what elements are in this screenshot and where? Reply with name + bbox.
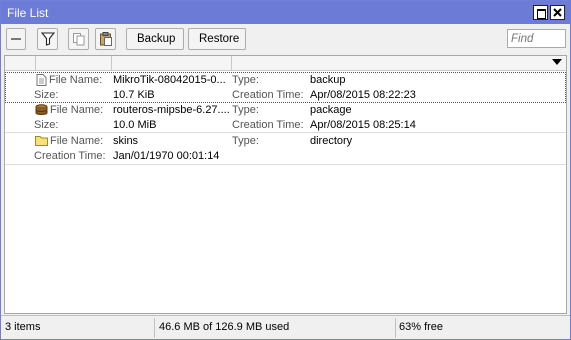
restore-button[interactable]: Restore: [188, 28, 246, 50]
remove-button[interactable]: [6, 28, 26, 50]
restore-window-button[interactable]: [533, 5, 548, 20]
close-window-button[interactable]: [550, 5, 565, 20]
filter-icon: [41, 32, 55, 46]
column-separator: [231, 56, 232, 71]
status-separator: [154, 318, 155, 338]
creation-time-label: Creation Time:: [232, 119, 304, 131]
list-header: [5, 56, 566, 71]
type-label: Type:: [232, 104, 259, 116]
file-name-label: File Name:: [50, 135, 104, 147]
file-list-window: File List Backup Restore Find File Name:…: [0, 0, 571, 340]
type-value: backup: [310, 74, 346, 86]
row-divider: [5, 164, 566, 165]
type-label: Type:: [232, 74, 259, 86]
creation-time-value: Apr/08/2015 08:25:14: [310, 119, 416, 131]
file-name-label: File Name:: [49, 74, 103, 86]
window-title: File List: [7, 6, 49, 20]
paste-button[interactable]: [95, 28, 116, 50]
type-value: directory: [310, 135, 353, 147]
copy-icon: [73, 33, 85, 46]
creation-time-value: Apr/08/2015 08:22:23: [310, 89, 416, 101]
list-item[interactable]: File Name: routeros-mipsbe-6.27.... Type…: [5, 103, 566, 134]
find-input[interactable]: [507, 29, 566, 48]
package-icon: [35, 104, 48, 115]
file-name-label: File Name:: [50, 104, 104, 116]
document-icon: [36, 74, 47, 86]
free-space: 63% free: [399, 321, 444, 333]
file-name-value: MikroTik-08042015-0...: [113, 74, 226, 86]
column-separator: [35, 56, 36, 71]
title-bar[interactable]: File List: [1, 1, 570, 24]
size-label: Size:: [34, 119, 59, 131]
copy-button[interactable]: [68, 28, 89, 50]
file-name-value: skins: [113, 135, 139, 147]
paste-icon: [100, 32, 112, 46]
creation-time-label: Creation Time:: [232, 89, 304, 101]
type-value: package: [310, 104, 352, 116]
list-item[interactable]: File Name: MikroTik-08042015-0... Type: …: [5, 72, 566, 103]
status-bar: 3 items 46.6 MB of 126.9 MB used 63% fre…: [1, 315, 570, 339]
folder-icon: [35, 136, 48, 146]
list-item[interactable]: File Name: skins Type: directory Creatio…: [5, 134, 566, 165]
toolbar: Backup Restore: [1, 24, 570, 55]
status-separator: [395, 318, 396, 338]
file-list[interactable]: File Name: MikroTik-08042015-0... Type: …: [4, 55, 567, 314]
column-separator: [111, 56, 112, 71]
backup-button[interactable]: Backup: [126, 28, 184, 50]
column-menu-icon[interactable]: [552, 59, 562, 65]
row-divider: [5, 132, 566, 133]
size-label: Size:: [34, 89, 59, 101]
size-value: 10.0 MiB: [113, 119, 157, 131]
size-value: 10.7 KiB: [113, 89, 155, 101]
file-name-value: routeros-mipsbe-6.27....: [113, 104, 230, 116]
item-count: 3 items: [5, 321, 41, 333]
disk-usage: 46.6 MB of 126.9 MB used: [159, 321, 290, 333]
close-icon: [553, 8, 562, 17]
creation-time-value: Jan/01/1970 00:01:14: [113, 150, 220, 162]
filter-button[interactable]: [37, 28, 58, 50]
creation-time-label: Creation Time:: [34, 150, 106, 162]
type-label: Type:: [232, 135, 259, 147]
